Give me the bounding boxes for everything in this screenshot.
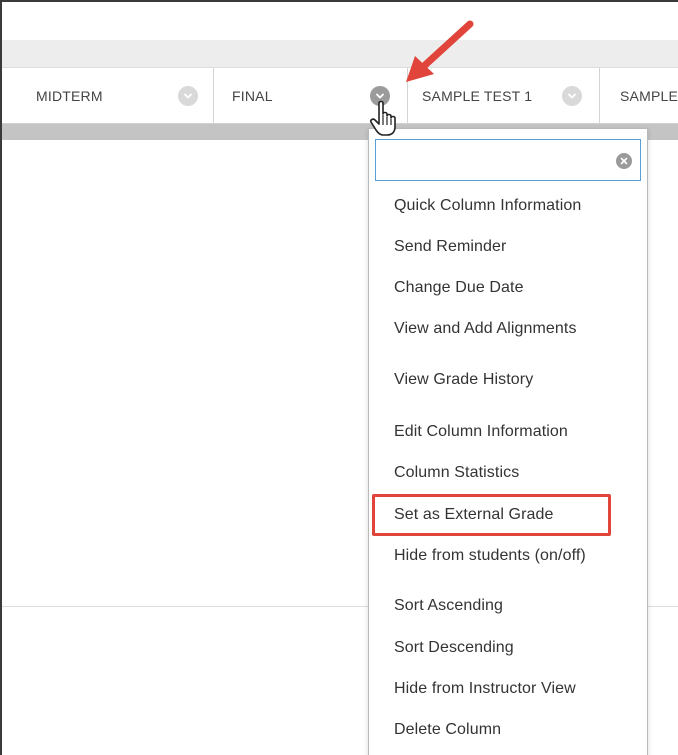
column-label: SAMPLE TEST 1 bbox=[422, 88, 533, 104]
menu-item-view-grade-history[interactable]: View Grade History bbox=[394, 371, 533, 389]
menu-item-sort-ascending[interactable]: Sort Ascending bbox=[394, 597, 503, 615]
clear-icon[interactable] bbox=[616, 153, 632, 169]
menu-item-delete-column[interactable]: Delete Column bbox=[394, 721, 501, 739]
column-header-row: MIDTERM FINAL SAMPLE TEST 1 SAMPLE bbox=[2, 68, 678, 124]
column-label: SAMPLE bbox=[620, 88, 678, 104]
menu-item-hide-from-students[interactable]: Hide from students (on/off) bbox=[394, 547, 586, 565]
menu-item-edit-column-information[interactable]: Edit Column Information bbox=[394, 423, 568, 441]
menu-item-column-statistics[interactable]: Column Statistics bbox=[394, 464, 519, 482]
column-header-sample[interactable]: SAMPLE bbox=[600, 68, 678, 124]
column-label: MIDTERM bbox=[36, 88, 103, 104]
menu-search-input[interactable] bbox=[375, 139, 641, 181]
hand-cursor-icon bbox=[370, 100, 396, 136]
column-context-menu: Quick Column Information Send Reminder C… bbox=[368, 128, 648, 755]
menu-item-send-reminder[interactable]: Send Reminder bbox=[394, 238, 506, 256]
highlight-callout-box bbox=[372, 494, 611, 536]
toolbar-band bbox=[2, 40, 678, 68]
callout-arrow-icon bbox=[406, 20, 474, 82]
column-header-midterm[interactable]: MIDTERM bbox=[2, 68, 214, 124]
menu-item-quick-column-information[interactable]: Quick Column Information bbox=[394, 197, 581, 215]
column-label: FINAL bbox=[232, 88, 273, 104]
menu-item-view-and-add-alignments[interactable]: View and Add Alignments bbox=[394, 320, 577, 338]
menu-item-hide-from-instructor-view[interactable]: Hide from Instructor View bbox=[394, 680, 576, 698]
menu-item-change-due-date[interactable]: Change Due Date bbox=[394, 279, 524, 297]
menu-item-sort-descending[interactable]: Sort Descending bbox=[394, 639, 514, 657]
top-strip bbox=[2, 2, 678, 40]
chevron-down-icon[interactable] bbox=[178, 86, 198, 106]
chevron-down-icon[interactable] bbox=[562, 86, 582, 106]
